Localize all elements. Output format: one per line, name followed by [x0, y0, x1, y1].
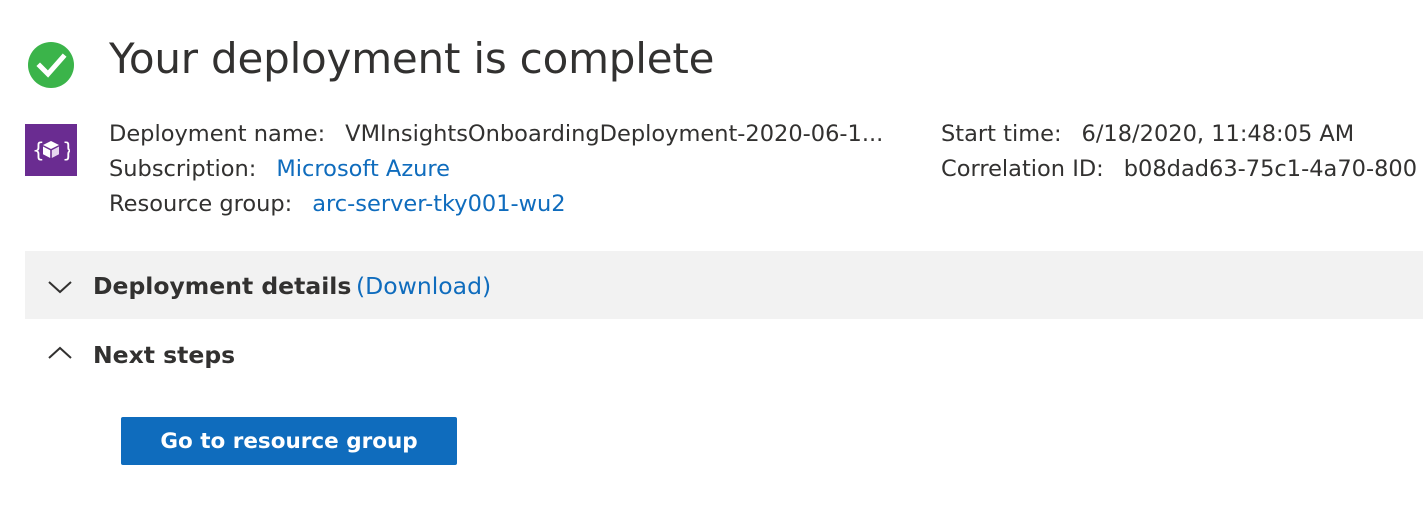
go-to-resource-group-button[interactable]: Go to resource group: [121, 417, 457, 465]
correlation-id-label: Correlation ID:: [941, 156, 1104, 182]
deployment-name-label: Deployment name:: [109, 121, 326, 147]
svg-text:{: {: [32, 138, 45, 162]
deployment-details-title[interactable]: Deployment details: [93, 269, 351, 303]
success-check-icon: [28, 42, 74, 88]
chevron-up-icon[interactable]: [47, 345, 73, 361]
deployment-info-right: Start time: 6/18/2020, 11:48:05 AM Correl…: [941, 117, 1417, 187]
subscription-link[interactable]: Microsoft Azure: [276, 156, 450, 182]
start-time-value: 6/18/2020, 11:48:05 AM: [1081, 121, 1355, 147]
resource-group-link[interactable]: arc-server-tky001-wu2: [312, 191, 565, 217]
chevron-down-icon[interactable]: [47, 279, 73, 295]
deployment-name-value: VMInsightsOnboardingDeployment-2020-06-1…: [345, 121, 884, 147]
start-time-label: Start time:: [941, 121, 1062, 147]
braces-cube-icon: { }: [32, 138, 70, 162]
page-title: Your deployment is complete: [109, 34, 715, 83]
correlation-id-value: b08dad63-75c1-4a70-800: [1123, 156, 1418, 182]
next-steps-title[interactable]: Next steps: [93, 338, 235, 372]
resource-group-label: Resource group:: [109, 191, 293, 217]
deployment-overview: Your deployment is complete { } Deployme…: [0, 0, 1423, 509]
subscription-label: Subscription:: [109, 156, 257, 182]
svg-text:}: }: [62, 138, 70, 162]
deployment-info-left: Deployment name: VMInsightsOnboardingDepl…: [109, 117, 883, 222]
download-link[interactable]: (Download): [356, 269, 491, 303]
deployment-details-section[interactable]: Deployment details (Download): [25, 251, 1423, 319]
deployment-template-icon: { }: [25, 124, 77, 176]
